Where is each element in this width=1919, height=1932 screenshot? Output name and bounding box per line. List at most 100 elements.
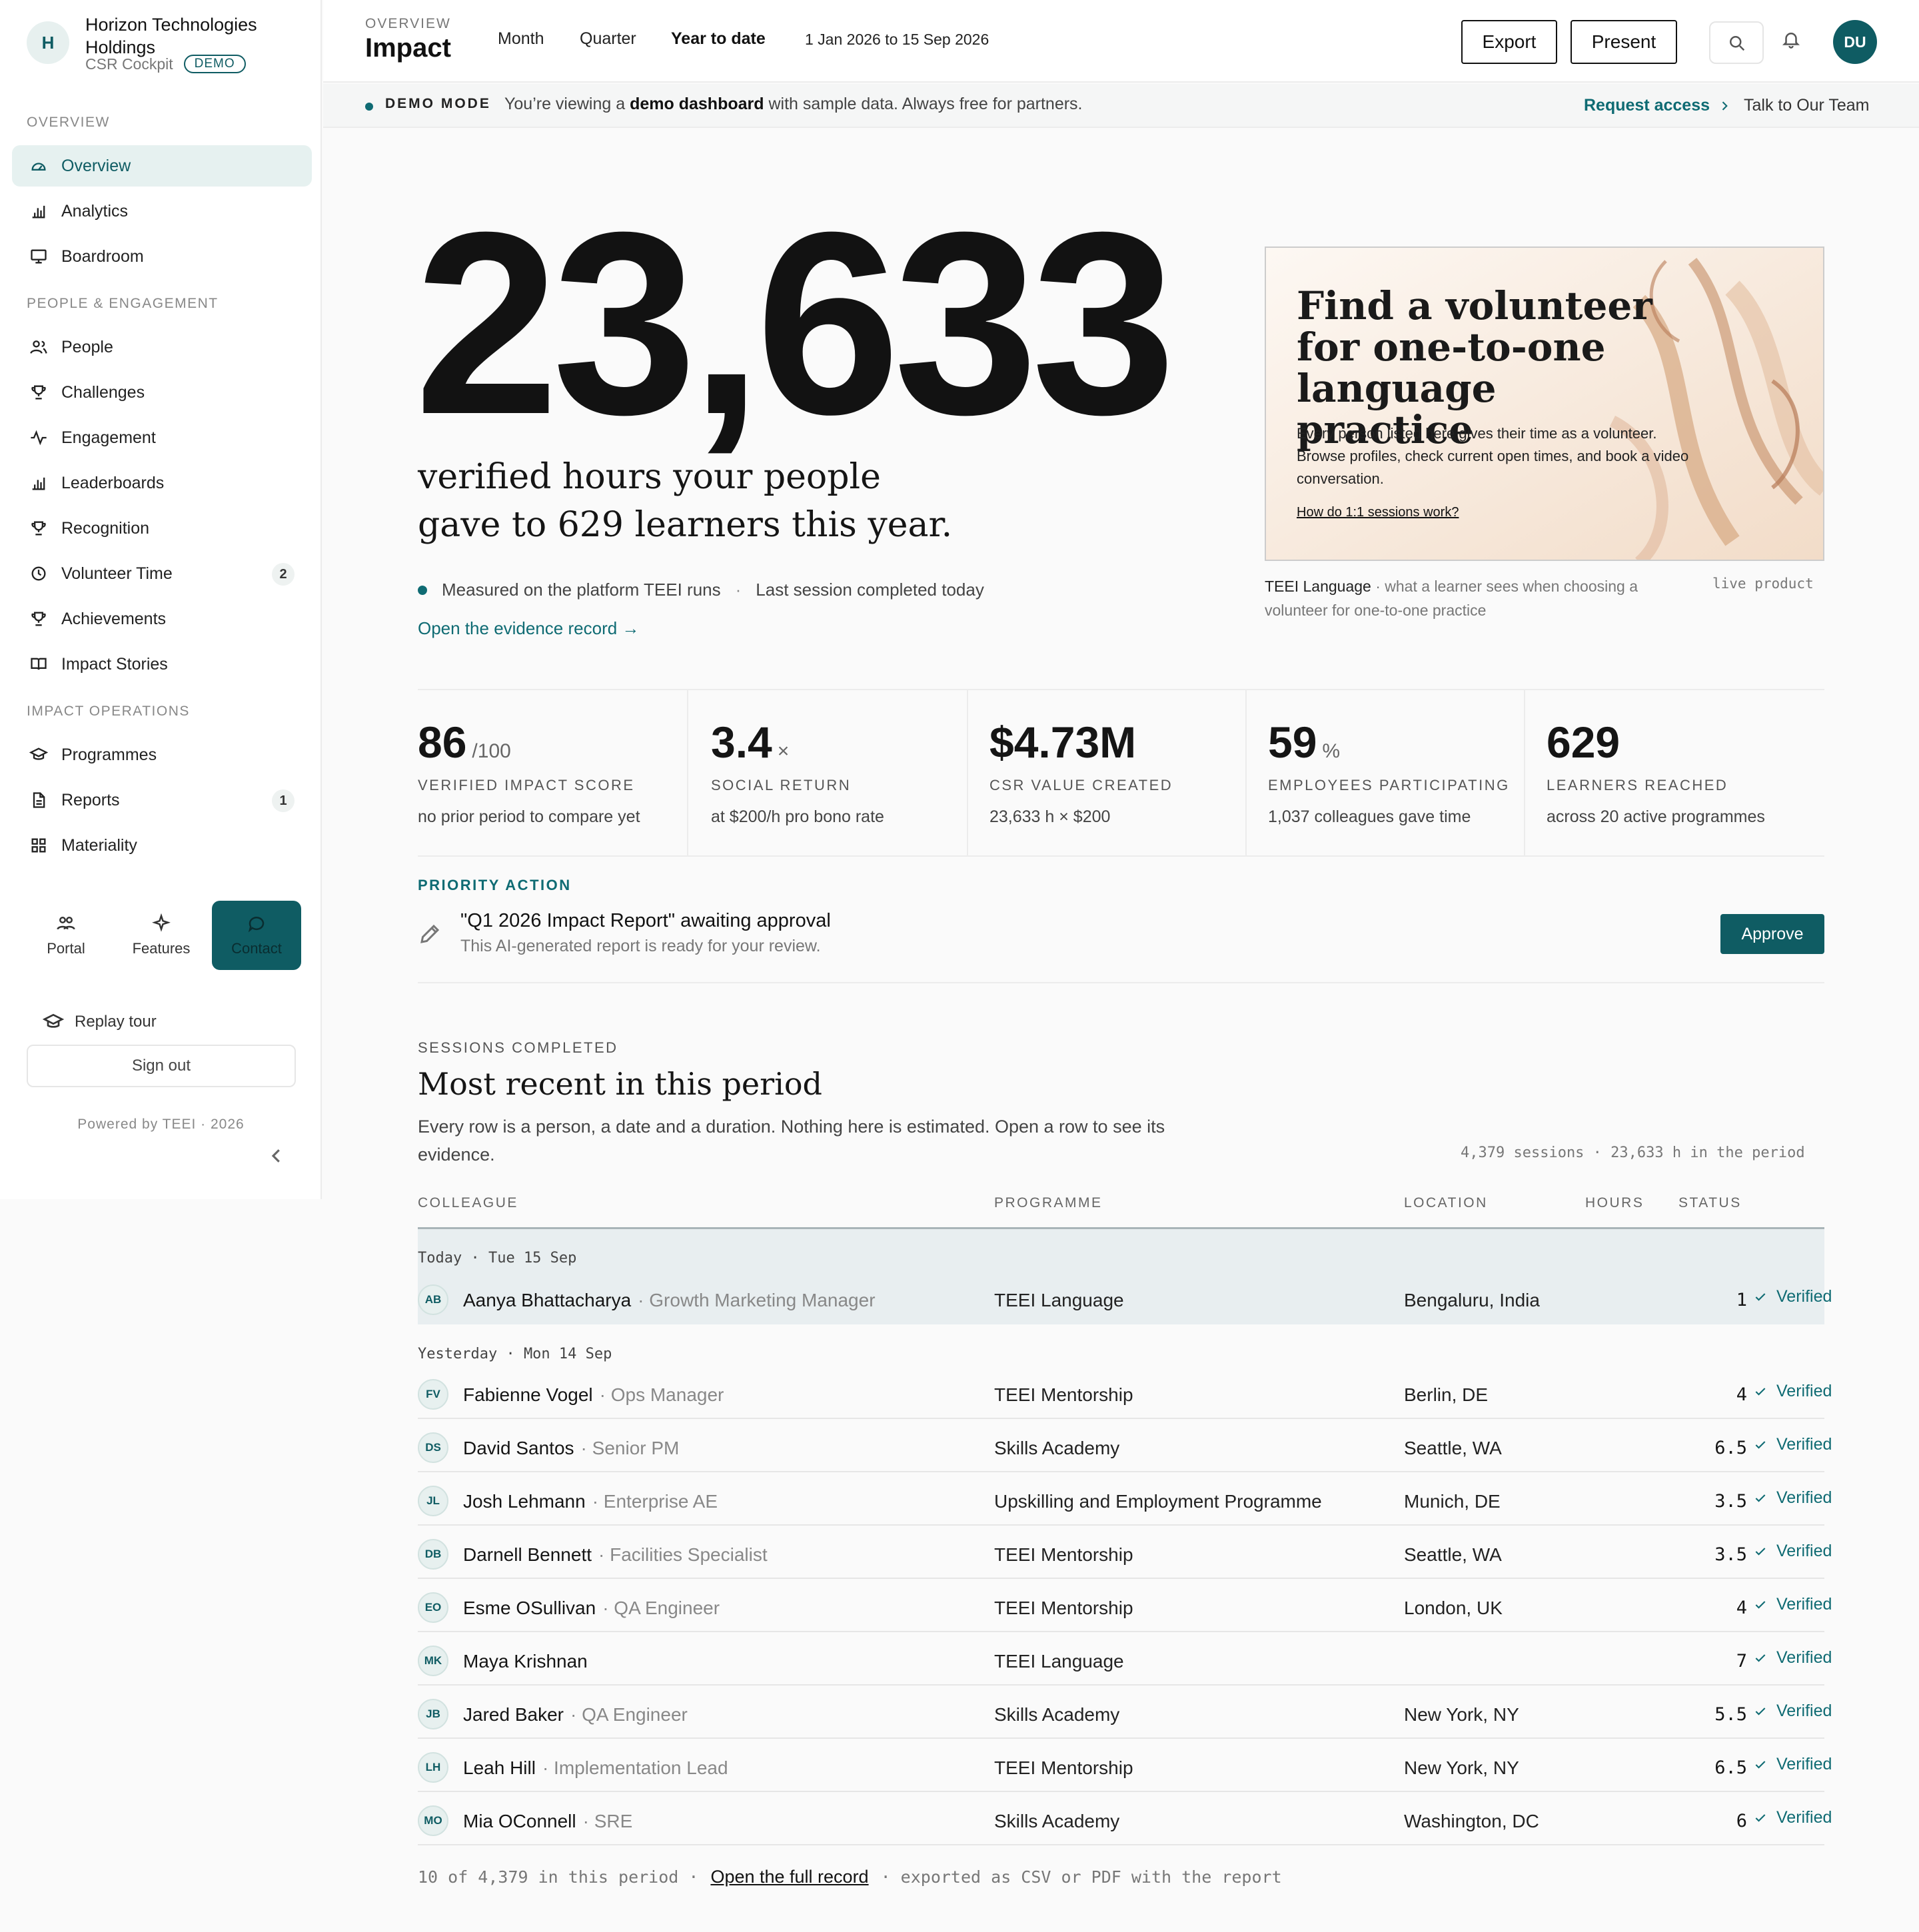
sidebar-item-recognition[interactable]: Recognition: [12, 508, 312, 549]
colleague-cell: Maya Krishnan: [463, 1651, 588, 1672]
table-row[interactable]: DB Darnell Bennett · Facilities Specialist…: [418, 1526, 1832, 1579]
measured-text: Measured on the platform TEEI runs: [442, 580, 721, 600]
demo-text-before: You’re viewing a: [504, 95, 630, 113]
sidebar-item-engagement[interactable]: Engagement: [12, 417, 312, 458]
check-icon: [1755, 1441, 1766, 1450]
table-row[interactable]: JB Jared Baker · QA Engineer Skills Academy…: [418, 1686, 1832, 1739]
graduation-cap-icon: [43, 1013, 64, 1028]
kpi-card-csr-value-created: $4.73M CSR VALUE CREATED 23,633 h × $200: [967, 690, 1245, 855]
replay-tour-label: Replay tour: [75, 1013, 157, 1031]
sidebar-item-people[interactable]: People: [12, 326, 312, 368]
header-programme: PROGRAMME: [994, 1195, 1103, 1210]
page-title: Impact: [365, 33, 451, 63]
hours-cell: 5.5: [1714, 1704, 1747, 1725]
sidebar-item-programmes[interactable]: Programmes: [12, 734, 312, 775]
tab-quarter[interactable]: Quarter: [580, 29, 636, 49]
clock-icon: [29, 564, 48, 583]
org-switcher[interactable]: H Horizon Technologies Holdings CSR Cock…: [27, 13, 313, 87]
table-row[interactable]: LH Leah Hill · Implementation Lead TEEI Men…: [418, 1739, 1832, 1792]
hours-cell: 6.5: [1714, 1438, 1747, 1458]
location-cell: Seattle, WA: [1404, 1544, 1502, 1565]
promo-card[interactable]: Find a volunteer for one-to-one language…: [1265, 246, 1824, 561]
status-cell: Verified: [1754, 1808, 1832, 1827]
avatar: MO: [418, 1805, 448, 1836]
kpi-value-number: 629: [1547, 718, 1620, 767]
portal-button[interactable]: Portal: [21, 901, 111, 970]
colleague-name: Esme OSullivan: [463, 1598, 596, 1618]
sidebar-item-volunteer-time[interactable]: Volunteer Time 2: [12, 553, 312, 594]
kpi-label: EMPLOYEES PARTICIPATING: [1268, 777, 1510, 793]
sidebar-item-overview[interactable]: Overview: [12, 145, 312, 187]
page-eyebrow: OVERVIEW: [365, 16, 451, 31]
tab-month[interactable]: Month: [498, 29, 544, 49]
status-label: Verified: [1776, 1287, 1832, 1306]
chevron-left-icon: [271, 1149, 280, 1163]
status-cell: Verified: [1754, 1542, 1832, 1561]
evidence-record-link[interactable]: Open the evidence record →: [418, 618, 639, 639]
open-full-record-link[interactable]: Open the full record: [710, 1867, 868, 1887]
search-button[interactable]: [1709, 21, 1764, 64]
location-cell: Bengaluru, India: [1404, 1290, 1540, 1310]
status-cell: Verified: [1754, 1701, 1832, 1721]
date-range[interactable]: 1 Jan 2026 to 15 Sep 2026: [805, 31, 989, 49]
sidebar-item-achievements[interactable]: Achievements: [12, 598, 312, 640]
trophy-icon: [29, 383, 48, 402]
kpi-label: VERIFIED IMPACT SCORE: [418, 777, 635, 793]
table-row[interactable]: EO Esme OSullivan · QA Engineer TEEI Mentor…: [418, 1579, 1832, 1632]
trophy-icon: [29, 610, 48, 628]
replay-tour-button[interactable]: Replay tour: [43, 1011, 157, 1033]
kpi-note: no prior period to compare yet: [418, 807, 640, 826]
kpi-label: LEARNERS REACHED: [1547, 777, 1728, 793]
sidebar-item-impact-stories[interactable]: Impact Stories: [12, 644, 312, 685]
colleague-role: · Ops Manager: [599, 1384, 724, 1405]
features-button[interactable]: Features: [117, 901, 206, 970]
chat-bubble-icon: [248, 917, 265, 933]
table-row[interactable]: MK Maya Krishnan TEEI Language 7 Verified: [418, 1632, 1832, 1686]
location-cell: Berlin, DE: [1404, 1384, 1489, 1405]
table-row[interactable]: AB Aanya Bhattacharya · Growth Marketing M…: [418, 1271, 1832, 1324]
collapse-sidebar-button[interactable]: [267, 1146, 287, 1166]
hero-hours-number: 23,633: [414, 178, 1176, 468]
sidebar-item-analytics[interactable]: Analytics: [12, 191, 312, 232]
sign-out-button[interactable]: Sign out: [27, 1045, 296, 1087]
kpi-note: across 20 active programmes: [1547, 807, 1765, 826]
sidebar-item-materiality[interactable]: Materiality: [12, 825, 312, 866]
promo-how-link[interactable]: How do 1:1 sessions work?: [1297, 505, 1459, 520]
programme-cell: TEEI Language: [994, 1651, 1124, 1672]
colleague-cell: Darnell Bennett · Facilities Specialist: [463, 1544, 768, 1566]
book-icon: [29, 655, 48, 674]
trophy-icon: [29, 519, 48, 538]
colleague-name: Maya Krishnan: [463, 1651, 588, 1672]
sidebar-item-reports[interactable]: Reports 1: [12, 779, 312, 821]
programme-cell: Upskilling and Employment Programme: [994, 1491, 1322, 1512]
table-row[interactable]: DS David Santos · Senior PM Skills Academy S…: [418, 1419, 1832, 1472]
table-row[interactable]: FV Fabienne Vogel · Ops Manager TEEI Mentor…: [418, 1366, 1832, 1419]
contact-button[interactable]: Contact: [212, 901, 301, 970]
kpi-value-number: $4.73M: [989, 718, 1137, 767]
user-avatar[interactable]: DU: [1833, 20, 1877, 64]
colleague-cell: Josh Lehmann · Enterprise AE: [463, 1491, 718, 1512]
sidebar-item-leaderboards[interactable]: Leaderboards: [12, 462, 312, 504]
programme-cell: TEEI Language: [994, 1290, 1124, 1310]
approve-button[interactable]: Approve: [1720, 914, 1824, 954]
talk-to-team-link[interactable]: Talk to Our Team: [1744, 96, 1870, 115]
kpi-row: 86/100 VERIFIED IMPACT SCORE no prior peri…: [418, 689, 1824, 857]
notifications-button[interactable]: [1781, 29, 1801, 53]
request-access-label: Request access: [1584, 96, 1710, 115]
sidebar-item-label: Materiality: [61, 835, 137, 855]
check-icon: [1755, 1548, 1766, 1556]
activity-icon: [29, 428, 48, 447]
nav-section-people: PEOPLE & ENGAGEMENT: [27, 296, 219, 311]
kpi-value-suffix: /100: [472, 740, 511, 762]
present-button[interactable]: Present: [1571, 20, 1677, 64]
table-row[interactable]: MO Mia OConnell · SRE Skills Academy Washing…: [418, 1792, 1832, 1845]
gauge-icon: [29, 157, 48, 175]
sidebar-item-boardroom[interactable]: Boardroom: [12, 236, 312, 277]
sidebar-item-challenges[interactable]: Challenges: [12, 372, 312, 413]
colleague-role: · SRE: [582, 1811, 633, 1831]
tab-year-to-date[interactable]: Year to date: [671, 29, 766, 49]
sessions-eyebrow: SESSIONS COMPLETED: [418, 1039, 618, 1056]
table-row[interactable]: JL Josh Lehmann · Enterprise AE Upskilling …: [418, 1472, 1832, 1526]
request-access-link[interactable]: Request access: [1584, 96, 1731, 115]
export-button[interactable]: Export: [1461, 20, 1557, 64]
